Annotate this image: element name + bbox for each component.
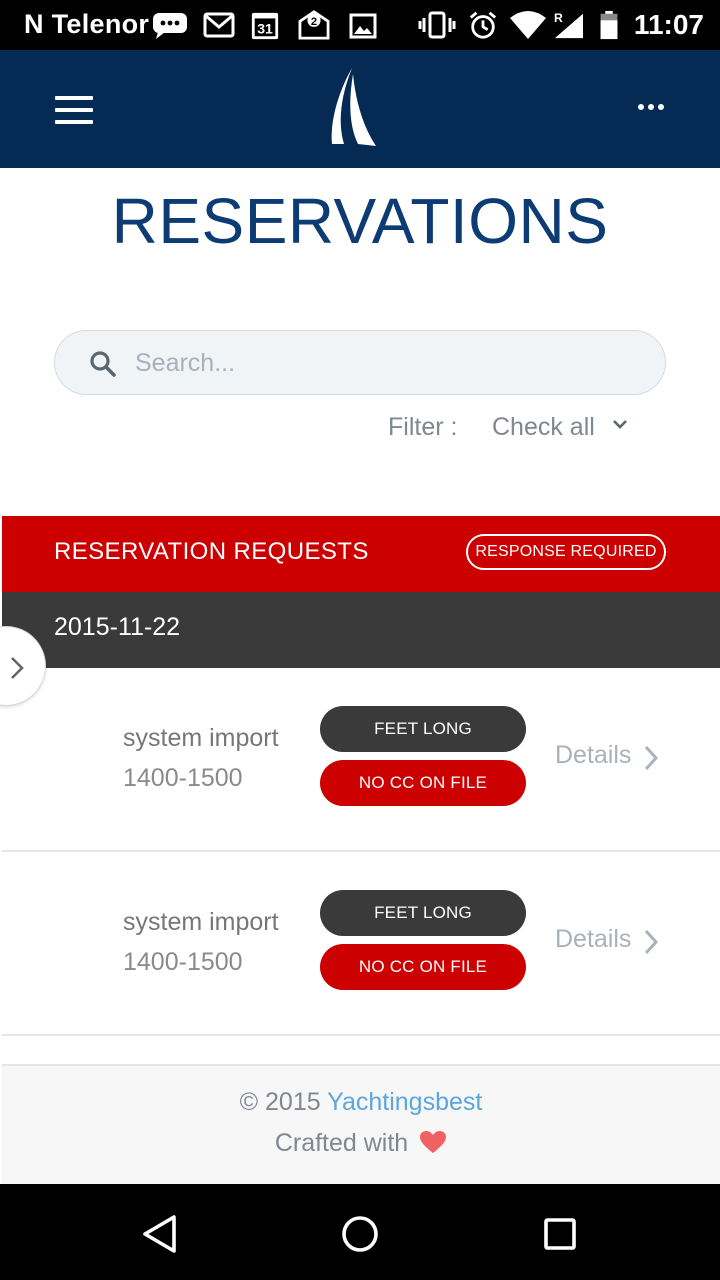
alarm-icon [469,11,497,39]
calendar-day: 31 [257,20,273,36]
mail-icon: 2 [298,10,330,40]
crafted-text: Crafted with [274,1129,409,1157]
details-label: Details [555,741,632,769]
system-nav-bar [0,1184,720,1280]
search-input[interactable] [135,341,635,385]
roaming-indicator: R [554,11,563,25]
filter-dropdown[interactable]: Check all [492,413,642,447]
response-required-badge: RESPONSE REQUIRED [466,534,666,570]
reservation-requests-header: RESERVATION REQUESTS RESPONSE REQUIRED [2,516,720,592]
no-cc-tag[interactable]: NO CC ON FILE [320,760,526,806]
carrier-name: N Telenor [24,9,150,39]
wifi-icon [510,11,546,39]
search-icon [90,351,116,377]
chevron-down-icon [613,420,627,429]
sail-logo [331,68,376,146]
reservation-name: system import [123,908,279,936]
recents-square-icon[interactable] [538,1212,582,1256]
chat-icon [153,13,187,39]
search-bar[interactable] [54,330,666,395]
copyright-line: © 2015 Yachtingsbest [2,1088,720,1117]
chevron-right-icon [644,745,659,771]
image-icon [349,13,377,39]
more-dots-icon[interactable] [632,98,670,118]
battery-icon [600,10,618,40]
chevron-right-icon [644,929,659,955]
gmail-icon [203,12,235,38]
reservation-row[interactable]: system import 1400-1500 FEET LONG NO CC … [2,668,720,852]
app-header [0,50,720,168]
vibrate-icon [418,11,456,39]
no-cc-tag[interactable]: NO CC ON FILE [320,944,526,990]
back-triangle-icon[interactable] [138,1212,182,1256]
section-title: RESERVATION REQUESTS [54,538,369,565]
reservation-row[interactable]: system import 1400-1500 FEET LONG NO CC … [2,852,720,1036]
filter-label: Filter : [388,413,458,441]
calendar-icon: 31 [251,12,279,40]
home-circle-icon[interactable] [338,1212,382,1256]
clock: 11:07 [633,9,704,40]
footer: © 2015 Yachtingsbest Crafted with [2,1064,720,1184]
crafted-line: Crafted with [2,1129,720,1158]
hamburger-icon[interactable] [55,96,93,124]
signal-icon: R [554,11,583,39]
filter-value: Check all [492,413,595,441]
page-title: RESERVATIONS [111,185,609,257]
copyright-text: © 2015 [239,1088,321,1116]
status-bar: N Telenor 31 2 R 11:07 [0,0,720,50]
details-label: Details [555,925,632,953]
brand-link[interactable]: Yachtingsbest [327,1088,482,1116]
reservation-time: 1400-1500 [123,948,243,976]
date-header: 2015-11-22 [2,592,720,668]
reservation-name: system import [123,724,279,752]
reservation-time: 1400-1500 [123,764,243,792]
feet-long-tag[interactable]: FEET LONG [320,890,526,936]
heart-icon [420,1131,447,1153]
mail-count: 2 [311,16,317,28]
details-link[interactable]: Details [555,925,659,959]
details-link[interactable]: Details [555,741,659,775]
feet-long-tag[interactable]: FEET LONG [320,706,526,752]
chevron-right-icon [11,657,24,679]
date-label: 2015-11-22 [54,613,181,641]
